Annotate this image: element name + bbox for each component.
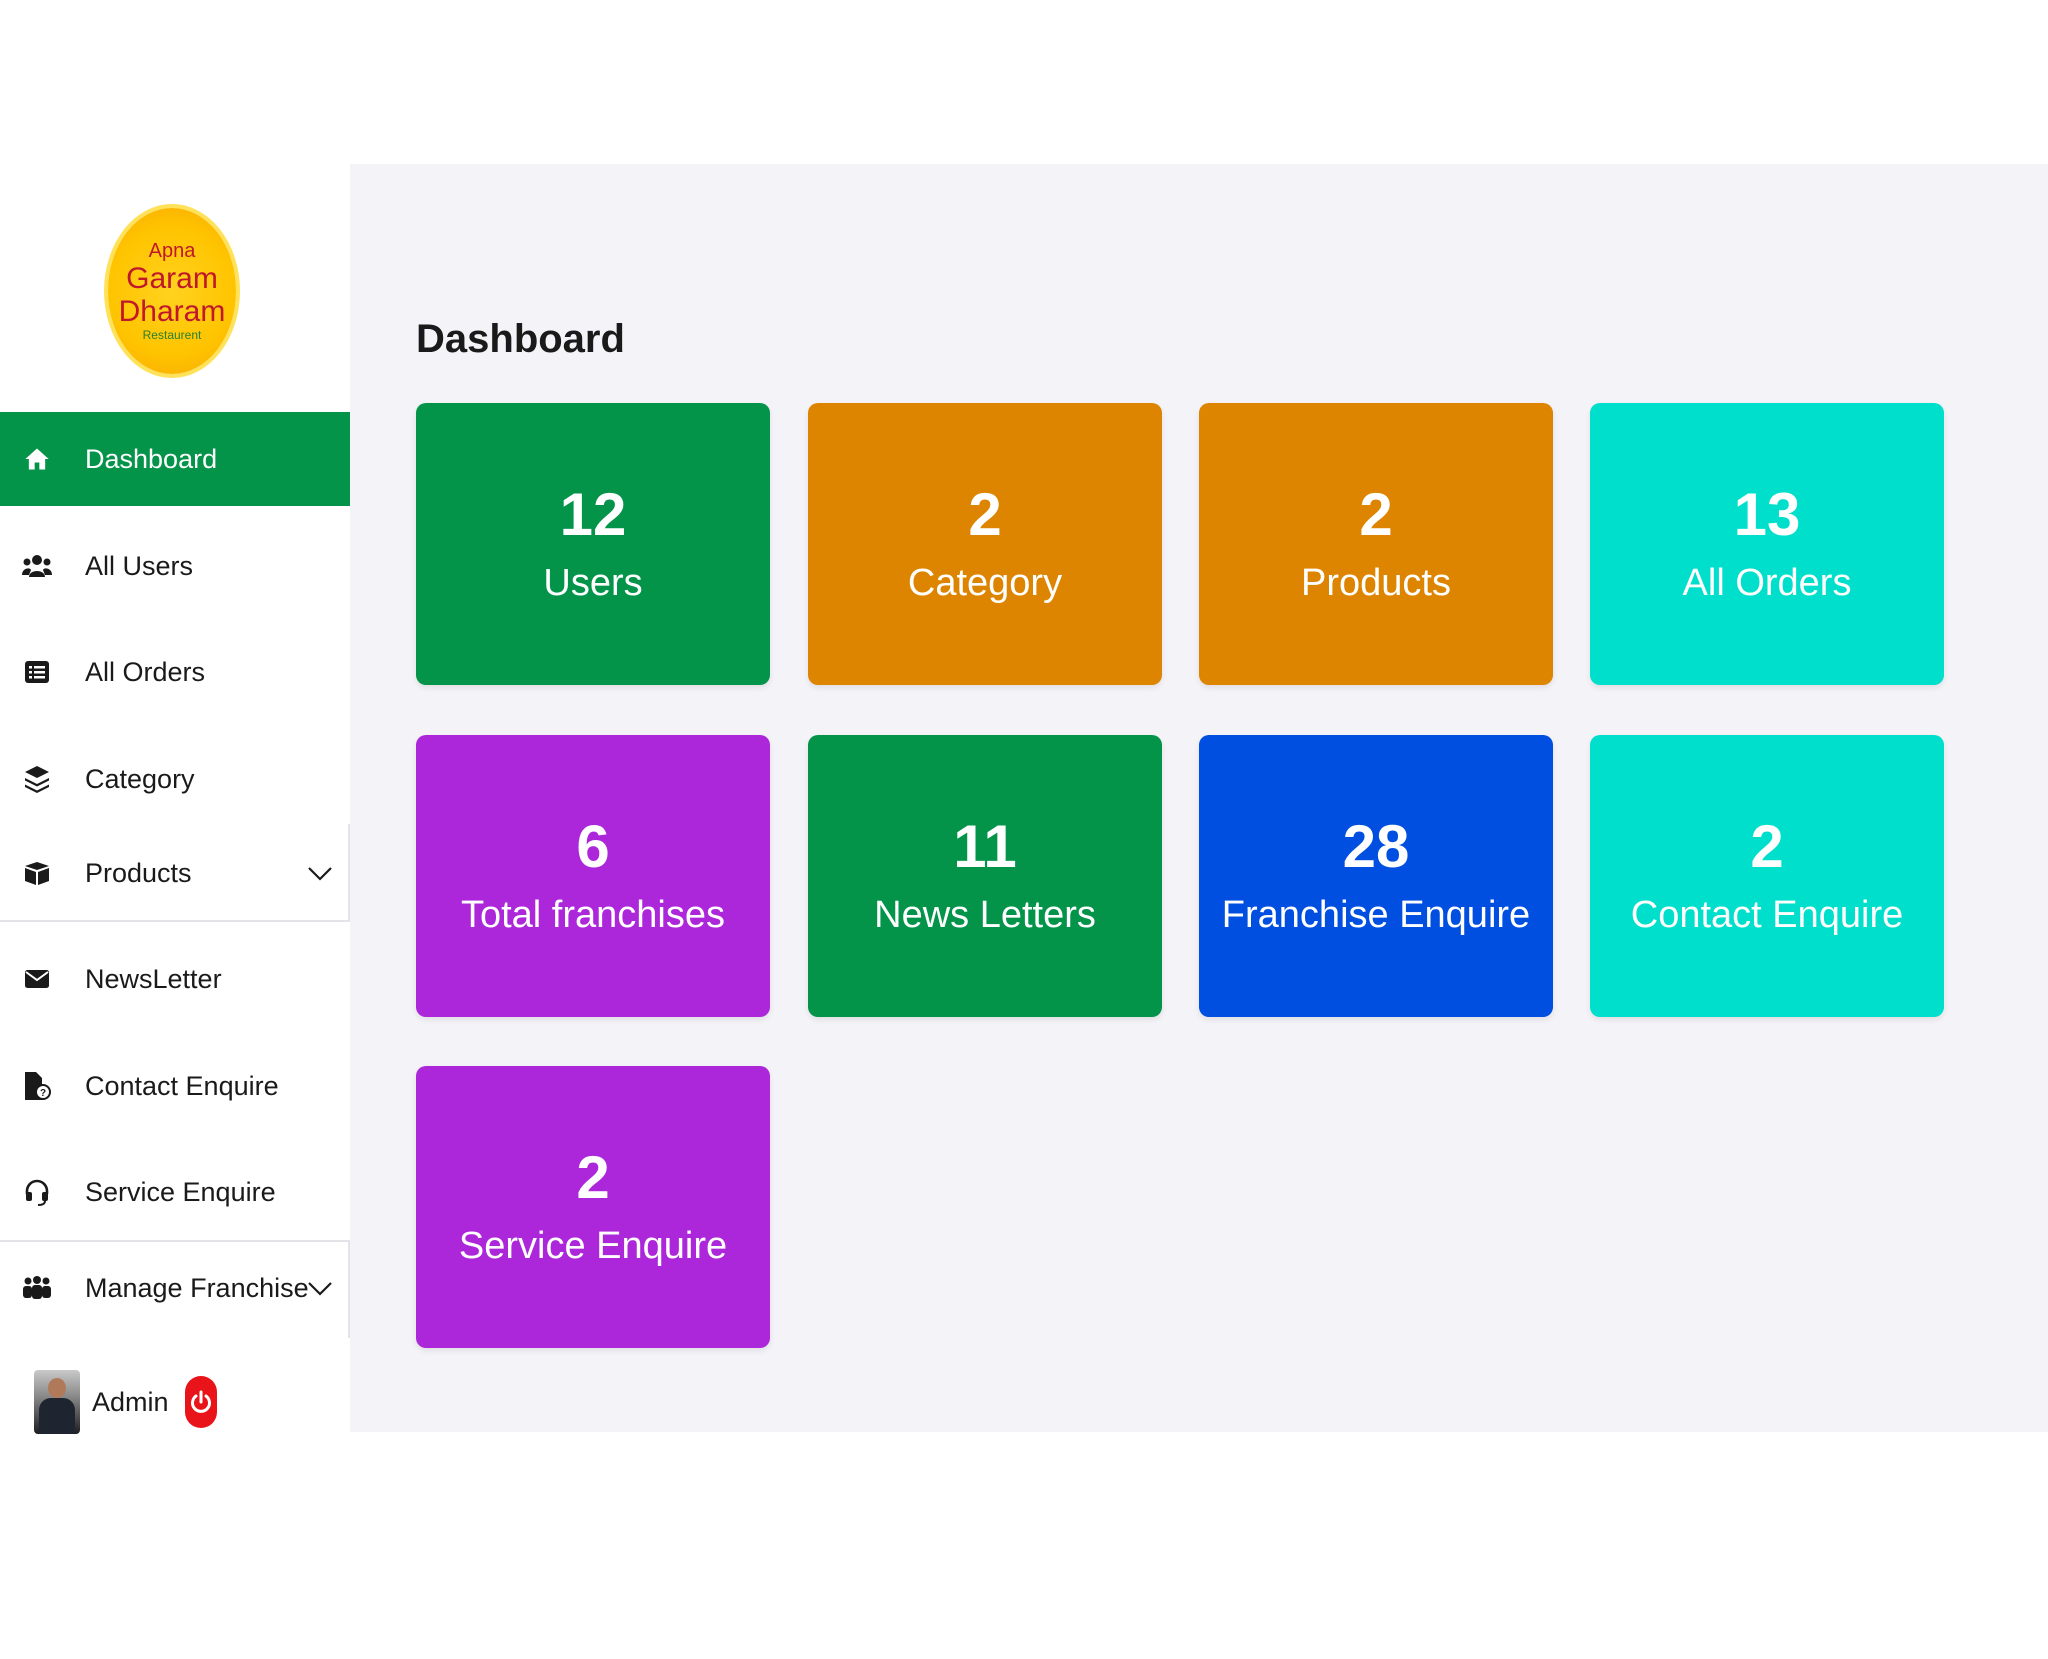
stat-card-products[interactable]: 2 Products bbox=[1199, 403, 1553, 685]
stat-label: Franchise Enquire bbox=[1221, 894, 1531, 936]
stat-label: Products bbox=[1301, 562, 1451, 604]
sidebar-item-products[interactable]: Products bbox=[0, 826, 350, 920]
stat-label: All Orders bbox=[1682, 562, 1852, 604]
box-icon bbox=[22, 858, 52, 888]
stat-label: Users bbox=[543, 562, 643, 604]
stat-value: 2 bbox=[1359, 481, 1393, 548]
sidebar-item-manage-franchise[interactable]: Manage Franchise bbox=[0, 1241, 350, 1335]
stat-value: 2 bbox=[968, 481, 1002, 548]
chevron-down-icon[interactable] bbox=[306, 1274, 334, 1302]
logo-text-garam: Garam bbox=[126, 262, 218, 295]
sidebar-item-label: All Users bbox=[85, 550, 194, 581]
sidebar-item-label: Service Enquire bbox=[85, 1176, 276, 1207]
logo-text-restaurent: Restaurent bbox=[142, 328, 202, 342]
sidebar-item-label: Category bbox=[85, 763, 195, 794]
avatar[interactable] bbox=[34, 1370, 80, 1434]
sidebar-item-label: Contact Enquire bbox=[85, 1070, 279, 1101]
chevron-down-icon[interactable] bbox=[306, 859, 334, 887]
user-profile[interactable]: Admin bbox=[34, 1370, 217, 1434]
stat-value: 2 bbox=[576, 1144, 610, 1211]
stat-card-service-enquire[interactable]: 2 Service Enquire bbox=[416, 1066, 770, 1348]
sidebar-divider bbox=[0, 920, 350, 922]
sidebar-item-all-orders[interactable]: All Orders bbox=[0, 625, 350, 719]
stat-value: 11 bbox=[953, 813, 1017, 880]
stat-label: Category bbox=[907, 562, 1063, 604]
restaurant-logo[interactable]: Apna Garam Dharam Restaurent bbox=[108, 208, 236, 374]
sidebar-item-contact-enquire[interactable]: ? Contact Enquire bbox=[0, 1039, 350, 1133]
stat-card-total-franchises[interactable]: 6 Total franchises bbox=[416, 735, 770, 1017]
power-icon[interactable] bbox=[184, 1376, 217, 1428]
sidebar-item-label: Dashboard bbox=[85, 443, 218, 474]
sidebar-item-label: Manage Franchise bbox=[85, 1272, 309, 1303]
sidebar-item-dashboard[interactable]: Dashboard bbox=[0, 412, 350, 506]
group-icon bbox=[22, 1273, 52, 1303]
logo-text-apna: Apna bbox=[148, 240, 196, 262]
sidebar-item-service-enquire[interactable]: Service Enquire bbox=[0, 1145, 350, 1239]
stat-card-franchise-enquire[interactable]: 28 Franchise Enquire bbox=[1199, 735, 1553, 1017]
users-icon bbox=[22, 551, 52, 581]
sidebar-item-category[interactable]: Category bbox=[0, 732, 350, 826]
stat-card-all-orders[interactable]: 13 All Orders bbox=[1590, 403, 1944, 685]
list-icon bbox=[22, 657, 52, 687]
sidebar-item-label: NewsLetter bbox=[85, 963, 222, 994]
layers-icon bbox=[22, 764, 52, 794]
stat-card-contact-enquire[interactable]: 2 Contact Enquire bbox=[1590, 735, 1944, 1017]
stat-label: News Letters bbox=[874, 894, 1096, 936]
page-title: Dashboard bbox=[416, 317, 625, 361]
file-question-icon: ? bbox=[22, 1071, 52, 1101]
stat-value: 6 bbox=[576, 813, 610, 880]
sidebar-item-all-users[interactable]: All Users bbox=[0, 519, 350, 613]
envelope-icon bbox=[22, 964, 52, 994]
headset-icon bbox=[22, 1177, 52, 1207]
stat-value: 12 bbox=[559, 481, 627, 548]
sidebar-item-label: All Orders bbox=[85, 656, 206, 687]
main-content: Dashboard 12 Users 2 Category 2 Products… bbox=[350, 164, 2048, 1432]
stat-card-news-letters[interactable]: 11 News Letters bbox=[808, 735, 1162, 1017]
stat-label: Total franchises bbox=[460, 894, 725, 936]
sidebar: Apna Garam Dharam Restaurent Dashboard A… bbox=[0, 164, 350, 1434]
user-name: Admin bbox=[92, 1386, 169, 1417]
logo-text-dharam: Dharam bbox=[118, 295, 226, 328]
stat-label: Service Enquire bbox=[458, 1225, 728, 1267]
stat-value: 28 bbox=[1342, 813, 1410, 880]
stat-card-category[interactable]: 2 Category bbox=[808, 403, 1162, 685]
sidebar-item-label: Products bbox=[85, 857, 192, 888]
stat-label: Contact Enquire bbox=[1630, 894, 1904, 936]
sidebar-item-newsletter[interactable]: NewsLetter bbox=[0, 932, 350, 1026]
svg-text:?: ? bbox=[40, 1088, 46, 1099]
stat-value: 13 bbox=[1733, 481, 1801, 548]
stat-card-users[interactable]: 12 Users bbox=[416, 403, 770, 685]
home-icon bbox=[22, 444, 52, 474]
stat-value: 2 bbox=[1750, 813, 1784, 880]
